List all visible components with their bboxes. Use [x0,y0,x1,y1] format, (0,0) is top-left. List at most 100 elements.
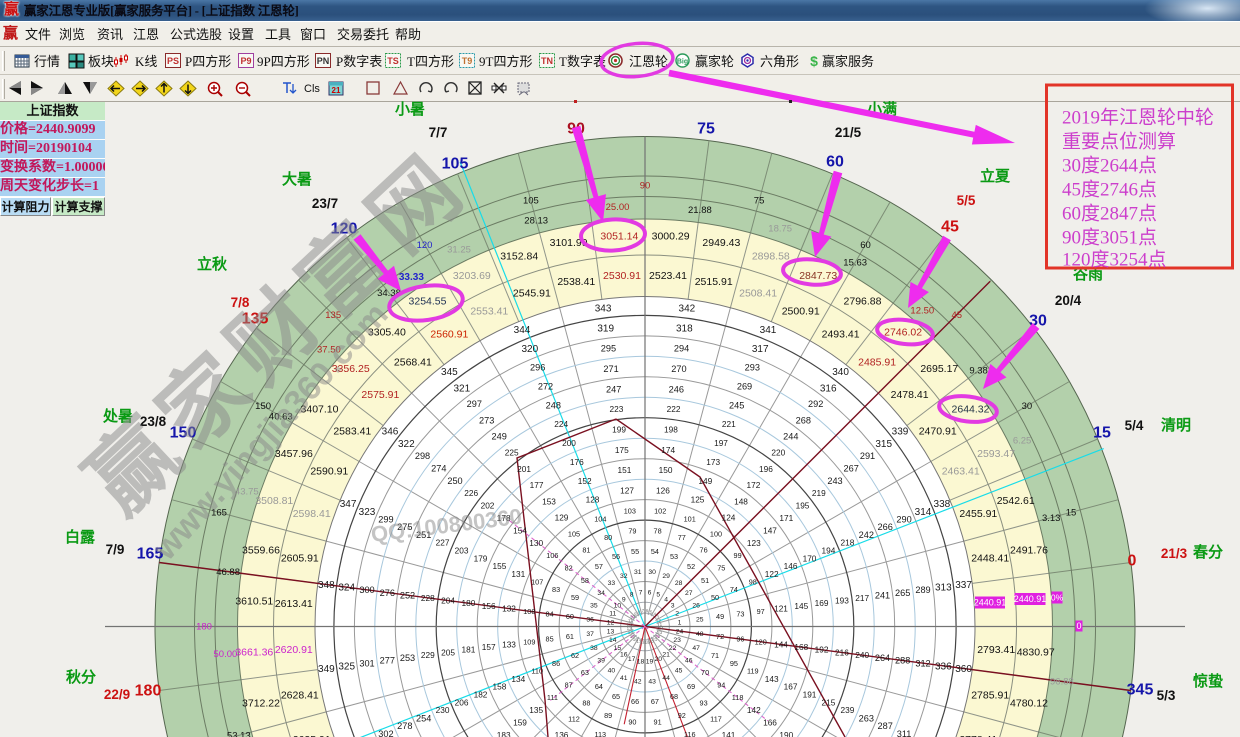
svg-text:169: 169 [815,598,829,608]
svg-text:82: 82 [565,564,573,573]
svg-text:102: 102 [654,506,666,515]
svg-text:145: 145 [794,601,808,611]
svg-text:30度2644点: 30度2644点 [1062,155,1157,177]
svg-text:156: 156 [482,601,496,611]
svg-text:132: 132 [502,604,516,614]
svg-text:2485.91: 2485.91 [858,356,896,368]
svg-text:30: 30 [648,569,656,576]
svg-text:46.88: 46.88 [216,567,240,578]
svg-text:191: 191 [803,690,817,700]
svg-text:321: 321 [453,383,470,394]
svg-text:104: 104 [594,514,606,523]
svg-text:265: 265 [895,588,910,598]
svg-text:93: 93 [700,698,708,707]
svg-text:340: 340 [832,367,849,378]
svg-text:180: 180 [196,622,212,633]
svg-text:重要点位测算: 重要点位测算 [1062,131,1176,153]
svg-text:192: 192 [815,645,829,655]
svg-text:2530.91: 2530.91 [603,270,641,282]
svg-text:338: 338 [934,499,951,510]
svg-text:96.88: 96.88 [1050,677,1074,688]
svg-text:122: 122 [765,569,779,579]
svg-text:348: 348 [318,580,335,591]
svg-text:2463.41: 2463.41 [942,465,980,477]
svg-text:196: 196 [759,464,773,474]
svg-text:3712.22: 3712.22 [242,697,280,709]
svg-text:2613.41: 2613.41 [275,598,313,610]
svg-text:76: 76 [700,546,708,555]
svg-text:315: 315 [875,439,892,450]
svg-text:21.88: 21.88 [688,205,712,216]
svg-text:344: 344 [514,325,531,336]
svg-text:11: 11 [609,611,616,618]
svg-text:109: 109 [523,637,535,646]
svg-text:3051.14: 3051.14 [600,230,638,242]
svg-text:21: 21 [662,652,670,659]
svg-text:44: 44 [662,675,670,682]
svg-text:254: 254 [416,713,431,723]
svg-text:8: 8 [630,592,634,599]
svg-text:45度2746点: 45度2746点 [1062,179,1157,201]
svg-text:182: 182 [474,690,488,700]
svg-text:2796.88: 2796.88 [844,296,882,308]
svg-text:203: 203 [455,545,469,555]
svg-text:296: 296 [530,363,545,373]
svg-text:2568.41: 2568.41 [394,356,432,368]
svg-text:118: 118 [732,693,744,702]
svg-text:120度3254点: 120度3254点 [1062,249,1167,271]
svg-text:85: 85 [546,635,554,644]
svg-text:267: 267 [844,464,859,474]
svg-text:292: 292 [808,399,823,409]
svg-text:2508.41: 2508.41 [739,288,777,300]
svg-text:241: 241 [875,591,890,601]
svg-text:13: 13 [607,628,615,635]
svg-text:24: 24 [676,628,684,635]
svg-text:74: 74 [730,585,738,594]
svg-text:3610.51: 3610.51 [235,595,273,607]
svg-text:35: 35 [590,603,598,610]
svg-text:103: 103 [624,506,636,515]
svg-text:345: 345 [441,367,458,378]
svg-text:193: 193 [835,596,849,606]
svg-text:0: 0 [1076,621,1081,631]
svg-text:2785.91: 2785.91 [971,690,1009,702]
svg-text:337: 337 [955,580,972,591]
svg-text:181: 181 [461,645,475,655]
svg-text:20/4: 20/4 [1055,293,1082,308]
svg-text:125: 125 [691,495,705,505]
svg-text:62: 62 [571,651,579,660]
svg-text:5: 5 [656,592,660,599]
svg-text:245: 245 [729,401,744,411]
svg-text:30: 30 [1022,401,1033,412]
svg-text:23/7: 23/7 [312,196,338,211]
svg-text:17: 17 [628,656,636,663]
svg-text:2746.02: 2746.02 [884,327,922,339]
svg-text:1: 1 [678,619,682,626]
svg-text:68: 68 [670,692,678,701]
svg-text:18: 18 [637,658,645,665]
svg-text:88: 88 [582,698,590,707]
svg-text:2553.41: 2553.41 [470,305,508,317]
svg-text:295: 295 [601,344,616,354]
svg-text:195: 195 [796,501,810,511]
svg-text:288: 288 [895,656,910,666]
svg-text:80: 80 [604,533,612,542]
svg-text:96: 96 [736,635,744,644]
svg-text:242: 242 [859,530,874,540]
svg-text:316: 316 [820,383,837,394]
svg-text:134: 134 [511,674,525,684]
svg-text:123: 123 [747,538,761,548]
svg-text:72: 72 [716,632,724,641]
svg-text:144: 144 [774,639,788,649]
svg-text:3152.84: 3152.84 [500,250,538,262]
svg-text:157: 157 [482,642,496,652]
svg-text:159: 159 [513,717,527,727]
svg-text:272: 272 [538,382,553,392]
svg-text:3: 3 [671,603,675,610]
svg-text:64: 64 [595,682,603,691]
svg-text:4: 4 [664,596,668,603]
svg-text:170: 170 [803,553,817,563]
svg-text:28.13: 28.13 [524,216,548,227]
svg-text:26: 26 [692,603,700,610]
svg-text:216: 216 [835,647,849,657]
